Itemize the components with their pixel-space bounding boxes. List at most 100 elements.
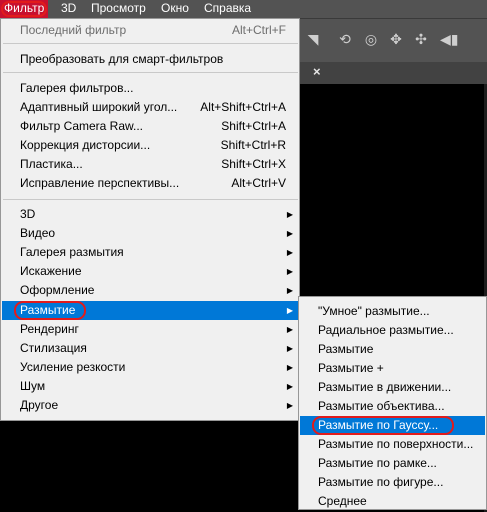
camera-3d-icon[interactable]: ◀▮ (440, 30, 458, 48)
menu-item-sharpen[interactable]: Усиление резкости ▶ (2, 358, 298, 377)
menu-item-label: "Умное" размытие... (318, 304, 430, 318)
menu-item-label: Размытие (20, 303, 76, 317)
menu-item-stylize[interactable]: Стилизация ▶ (2, 339, 298, 358)
filter-menu: Последний фильтр Alt+Ctrl+F Преобразоват… (0, 18, 300, 421)
menu-item-label: Среднее (318, 494, 367, 508)
menu-item-blur[interactable]: Размытие ▶ (2, 301, 298, 320)
menu-item-label: Коррекция дисторсии... (20, 138, 151, 152)
menu-item-label: Размытие объектива... (318, 399, 445, 413)
submenu-arrow-icon: ▶ (286, 229, 293, 238)
pan-3d-icon[interactable]: ✥ (387, 30, 405, 48)
menu-view[interactable]: Просмотр (87, 0, 150, 18)
menu-item-label: Рендеринг (20, 322, 79, 336)
menu-item-distort[interactable]: Искажение ▶ (2, 262, 298, 281)
menu-filter-label: Фильтр (4, 1, 45, 15)
menu-item-label: Размытие (318, 342, 374, 356)
menu-window[interactable]: Окно (157, 0, 193, 18)
submenu-item-lens-blur[interactable]: Размытие объектива... (300, 397, 485, 416)
3d-mode-icon[interactable]: ◥ (304, 30, 322, 48)
submenu-arrow-icon: ▶ (286, 401, 293, 410)
menu-window-label: Окно (161, 1, 189, 15)
menu-item-blur-gallery[interactable]: Галерея размытия ▶ (2, 243, 298, 262)
menu-3d-label: 3D (61, 1, 77, 15)
shortcut-label: Alt+Shift+Ctrl+A (200, 100, 286, 114)
menu-item-label: Размытие + (318, 361, 384, 375)
menu-item-pixelate[interactable]: Оформление ▶ (2, 281, 298, 300)
menu-item-smart-filters[interactable]: Преобразовать для смарт-фильтров (2, 50, 298, 69)
shortcut-label: Shift+Ctrl+A (221, 119, 286, 133)
rotate-3d-icon[interactable]: ⟲ (336, 30, 354, 48)
menu-item-noise[interactable]: Шум ▶ (2, 377, 298, 396)
menu-item-label: Другое (20, 398, 59, 412)
shortcut-label: Shift+Ctrl+X (221, 157, 286, 171)
submenu-arrow-icon: ▶ (286, 344, 293, 353)
menu-item-label: Стилизация (20, 341, 87, 355)
menu-item-label: Видео (20, 226, 56, 240)
menu-item-label: Галерея фильтров... (20, 81, 134, 95)
menu-item-3d[interactable]: 3D ▶ (2, 205, 298, 224)
close-icon[interactable]: × (313, 64, 321, 79)
menu-item-last-filter[interactable]: Последний фильтр Alt+Ctrl+F (2, 21, 298, 40)
separator (3, 199, 298, 200)
submenu-arrow-icon: ▶ (286, 382, 293, 391)
separator (3, 43, 298, 44)
menu-item-vanishing-point[interactable]: Исправление перспективы... Alt+Ctrl+V (2, 174, 298, 193)
menu-item-adaptive-wide-angle[interactable]: Адаптивный широкий угол... Alt+Shift+Ctr… (2, 98, 298, 117)
menu-item-label: Исправление перспективы... (20, 176, 180, 190)
submenu-arrow-icon: ▶ (286, 325, 293, 334)
menu-filter[interactable]: Фильтр (0, 0, 49, 18)
submenu-item-box-blur[interactable]: Размытие по рамке... (300, 454, 485, 473)
menu-item-label: Размытие по фигуре... (318, 475, 444, 489)
shortcut-label: Alt+Ctrl+F (231, 23, 286, 37)
submenu-item-motion-blur[interactable]: Размытие в движении... (300, 378, 485, 397)
menu-item-label: Размытие в движении... (318, 380, 452, 394)
shortcut-label: Alt+Ctrl+V (231, 176, 286, 190)
shortcut-label: Shift+Ctrl+R (220, 138, 286, 152)
menu-item-label: Преобразовать для смарт-фильтров (20, 52, 224, 66)
menu-item-label: Шум (20, 379, 46, 393)
submenu-item-blur[interactable]: Размытие (300, 340, 485, 359)
menu-item-camera-raw[interactable]: Фильтр Camera Raw... Shift+Ctrl+A (2, 117, 298, 136)
menu-item-label: Последний фильтр (20, 23, 127, 37)
slide-3d-icon[interactable]: ✣ (412, 30, 430, 48)
submenu-item-smart-blur[interactable]: "Умное" размытие... (300, 302, 485, 321)
submenu-item-shape-blur[interactable]: Размытие по фигуре... (300, 473, 485, 492)
menu-item-render[interactable]: Рендеринг ▶ (2, 320, 298, 339)
submenu-item-radial-blur[interactable]: Радиальное размытие... (300, 321, 485, 340)
submenu-item-blur-more[interactable]: Размытие + (300, 359, 485, 378)
menu-item-lens-correction[interactable]: Коррекция дисторсии... Shift+Ctrl+R (2, 136, 298, 155)
roll-3d-icon[interactable]: ◎ (362, 30, 380, 48)
menu-item-label: Адаптивный широкий угол... (20, 100, 178, 114)
menu-item-label: Усиление резкости (20, 360, 126, 374)
separator (3, 72, 298, 73)
menu-view-label: Просмотр (91, 1, 146, 15)
submenu-arrow-icon: ▶ (286, 306, 293, 315)
menu-item-label: Размытие по рамке... (318, 456, 437, 470)
menu-item-label: Фильтр Camera Raw... (20, 119, 144, 133)
menu-item-video[interactable]: Видео ▶ (2, 224, 298, 243)
submenu-arrow-icon: ▶ (286, 210, 293, 219)
menu-bar: Фильтр 3D Просмотр Окно Справка (0, 0, 487, 19)
menu-item-label: Радиальное размытие... (318, 323, 454, 337)
menu-item-label: Пластика... (20, 157, 83, 171)
menu-help-label: Справка (204, 1, 252, 15)
menu-item-other[interactable]: Другое ▶ (2, 396, 298, 415)
menu-item-label: Размытие по поверхности... (318, 437, 474, 451)
menu-item-label: Галерея размытия (20, 245, 124, 259)
submenu-item-average[interactable]: Среднее (300, 492, 485, 511)
menu-item-filter-gallery[interactable]: Галерея фильтров... (2, 79, 298, 98)
submenu-item-gaussian-blur[interactable]: Размытие по Гауссу... (300, 416, 485, 435)
document-tab[interactable] (300, 62, 487, 84)
submenu-arrow-icon: ▶ (286, 286, 293, 295)
submenu-item-surface-blur[interactable]: Размытие по поверхности... (300, 435, 485, 454)
submenu-arrow-icon: ▶ (286, 363, 293, 372)
menu-item-label: Размытие по Гауссу... (318, 418, 439, 432)
submenu-arrow-icon: ▶ (286, 267, 293, 276)
menu-3d[interactable]: 3D (57, 0, 80, 18)
menu-help[interactable]: Справка (200, 0, 255, 18)
blur-submenu: "Умное" размытие... Радиальное размытие.… (298, 296, 487, 510)
menu-item-label: Искажение (20, 264, 82, 278)
menu-item-liquify[interactable]: Пластика... Shift+Ctrl+X (2, 155, 298, 174)
menu-item-label: 3D (20, 207, 36, 221)
submenu-arrow-icon: ▶ (286, 248, 293, 257)
